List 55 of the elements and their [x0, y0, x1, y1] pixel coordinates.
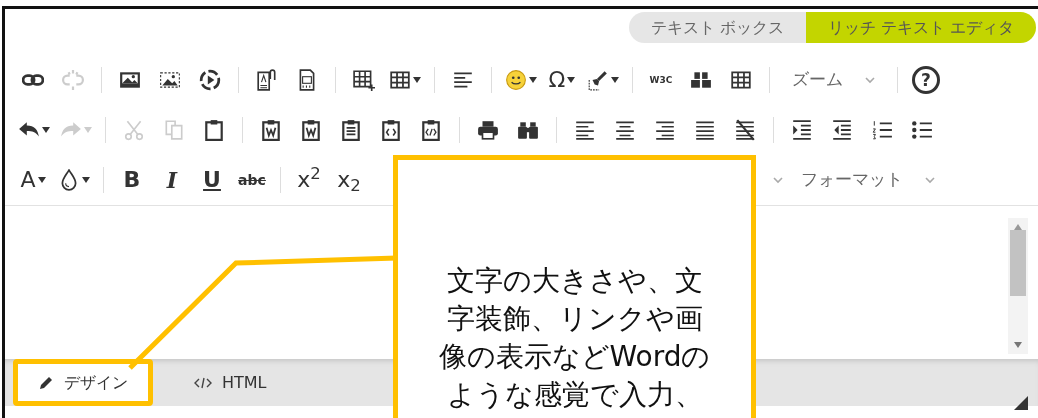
view-tab[interactable]: HTML	[169, 359, 292, 406]
image-icon	[119, 69, 141, 91]
toolbar-button[interactable]: Ω	[542, 63, 582, 97]
clipboard-icon	[380, 119, 402, 141]
chevron-icon	[865, 76, 875, 84]
chevron-icon	[925, 176, 935, 184]
outdent-icon	[831, 119, 853, 141]
clipboard-icon	[203, 119, 225, 141]
play-icon	[199, 69, 221, 91]
table-icon	[389, 69, 411, 91]
view-tab[interactable]: デザイン	[13, 359, 153, 406]
no-align-icon	[734, 119, 756, 141]
smiley-icon	[505, 69, 527, 91]
toolbar-button[interactable]: B	[112, 163, 152, 197]
dropdown[interactable]: ズーム	[778, 67, 889, 93]
printer-icon	[477, 119, 499, 141]
pencil-icon	[38, 374, 54, 391]
align-center-icon	[614, 119, 636, 141]
brush-icon	[587, 69, 609, 91]
unlink-icon	[62, 69, 84, 91]
clipboard-icon	[420, 119, 442, 141]
indent-icon	[791, 119, 813, 141]
scroll-down-icon[interactable]	[1014, 342, 1022, 348]
toolbar-button[interactable]: I	[152, 163, 192, 197]
toolbar-button[interactable]: x$_{2}$	[329, 163, 369, 197]
toolbar-button[interactable]: W3C	[641, 63, 681, 97]
toolbar-button[interactable]: abc	[232, 163, 272, 197]
toolbar-button[interactable]: x$^{2}$	[289, 163, 329, 197]
callout-text: 文字の大きさや、文 字装飾、リンクや画 像の表示などWordの ような感覚で入力、	[437, 263, 712, 413]
scrollbar[interactable]	[1008, 218, 1028, 354]
document-icon	[256, 69, 278, 91]
dropdown[interactable]: フォーマット	[787, 167, 949, 193]
table-icon	[353, 69, 375, 91]
code-icon	[194, 375, 212, 390]
chevron-icon	[773, 176, 783, 184]
table-icon	[730, 69, 752, 91]
justify-icon	[694, 119, 716, 141]
align-right-icon	[654, 119, 676, 141]
blocks-icon	[690, 69, 712, 91]
scissors-icon	[123, 119, 145, 141]
clipboard-icon	[260, 119, 282, 141]
toolbar-button[interactable]: U	[192, 163, 232, 197]
numbered-list-icon	[871, 119, 893, 141]
clipboard-icon	[300, 119, 322, 141]
bullet-list-icon	[911, 119, 933, 141]
resize-grip-icon[interactable]	[1014, 396, 1028, 410]
image-icon	[159, 69, 181, 91]
scrollbar-thumb[interactable]	[1010, 230, 1026, 296]
clipboard-icon	[340, 119, 362, 141]
binoculars-icon	[517, 119, 539, 141]
mode-tab[interactable]: リッチ テキスト エディタ	[805, 12, 1036, 43]
align-left-icon	[574, 119, 596, 141]
toolbar-button[interactable]: A	[13, 163, 53, 197]
mode-tab[interactable]: テキスト ボックス	[628, 12, 806, 43]
copy-icon	[163, 119, 185, 141]
